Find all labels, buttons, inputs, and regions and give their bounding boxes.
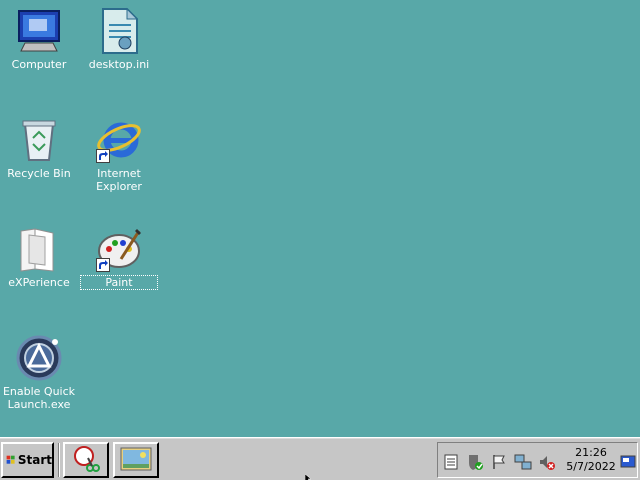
- desktop-icon-computer[interactable]: Computer: [1, 7, 77, 71]
- show-desktop-icon: [120, 447, 152, 471]
- desktop-icon-internet-explorer[interactable]: Internet Explorer: [81, 116, 157, 193]
- taskbar: Start 21:26 5/7/2022: [0, 437, 640, 480]
- recycle-bin-icon: [15, 116, 63, 164]
- mouse-cursor-icon: [305, 474, 312, 480]
- system-tray: 21:26 5/7/2022: [437, 442, 638, 478]
- internet-explorer-icon: [95, 116, 143, 164]
- desktop-icon-label: Internet Explorer: [96, 167, 142, 193]
- desktop-icon-paint[interactable]: Paint: [80, 225, 158, 290]
- desktop-icon-recycle-bin[interactable]: Recycle Bin: [1, 116, 77, 180]
- quick-launch-snipping-tool[interactable]: [63, 442, 109, 478]
- clock-time: 21:26: [575, 446, 607, 459]
- paint-icon: [95, 225, 143, 273]
- desktop[interactable]: Computer desktop.ini Recycle Bin Interne…: [0, 0, 640, 437]
- computer-icon: [15, 7, 63, 55]
- desktop-icon-label: Recycle Bin: [7, 167, 71, 180]
- volume-muted-icon[interactable]: [538, 453, 556, 471]
- desktop-icon-experience[interactable]: eXPerience: [1, 225, 77, 289]
- start-label: Start: [17, 453, 52, 467]
- action-center-flag-icon[interactable]: [490, 453, 508, 471]
- desktop-icon-label: eXPerience: [8, 276, 70, 289]
- shortcut-arrow-icon: [96, 149, 110, 163]
- desktop-icon-label: desktop.ini: [88, 58, 150, 71]
- settings-file-icon: [95, 7, 143, 55]
- snipping-tool-icon: [74, 446, 100, 472]
- show-desktop-corner-icon[interactable]: [619, 453, 637, 471]
- network-icon[interactable]: [514, 453, 532, 471]
- desktop-icon-desktop-ini[interactable]: desktop.ini: [81, 7, 157, 71]
- windows-logo-icon: [6, 455, 15, 464]
- notepad-tray-icon[interactable]: [442, 453, 460, 471]
- desktop-icon-label: Enable Quick Launch.exe: [2, 385, 76, 411]
- shortcut-arrow-icon: [96, 258, 110, 272]
- desktop-icon-label: Computer: [11, 58, 67, 71]
- folder-icon: [15, 225, 63, 273]
- quick-launch-show-desktop[interactable]: [113, 442, 159, 478]
- clock-date: 5/7/2022: [566, 460, 616, 473]
- taskbar-separator: [58, 443, 60, 477]
- start-button[interactable]: Start: [1, 442, 54, 478]
- desktop-icon-label: Paint: [80, 275, 158, 290]
- desktop-icon-enable-quick-launch[interactable]: Enable Quick Launch.exe: [1, 334, 77, 411]
- taskbar-clock[interactable]: 21:26 5/7/2022: [561, 446, 621, 474]
- app-exe-icon: [15, 334, 63, 382]
- security-shield-icon[interactable]: [466, 453, 484, 471]
